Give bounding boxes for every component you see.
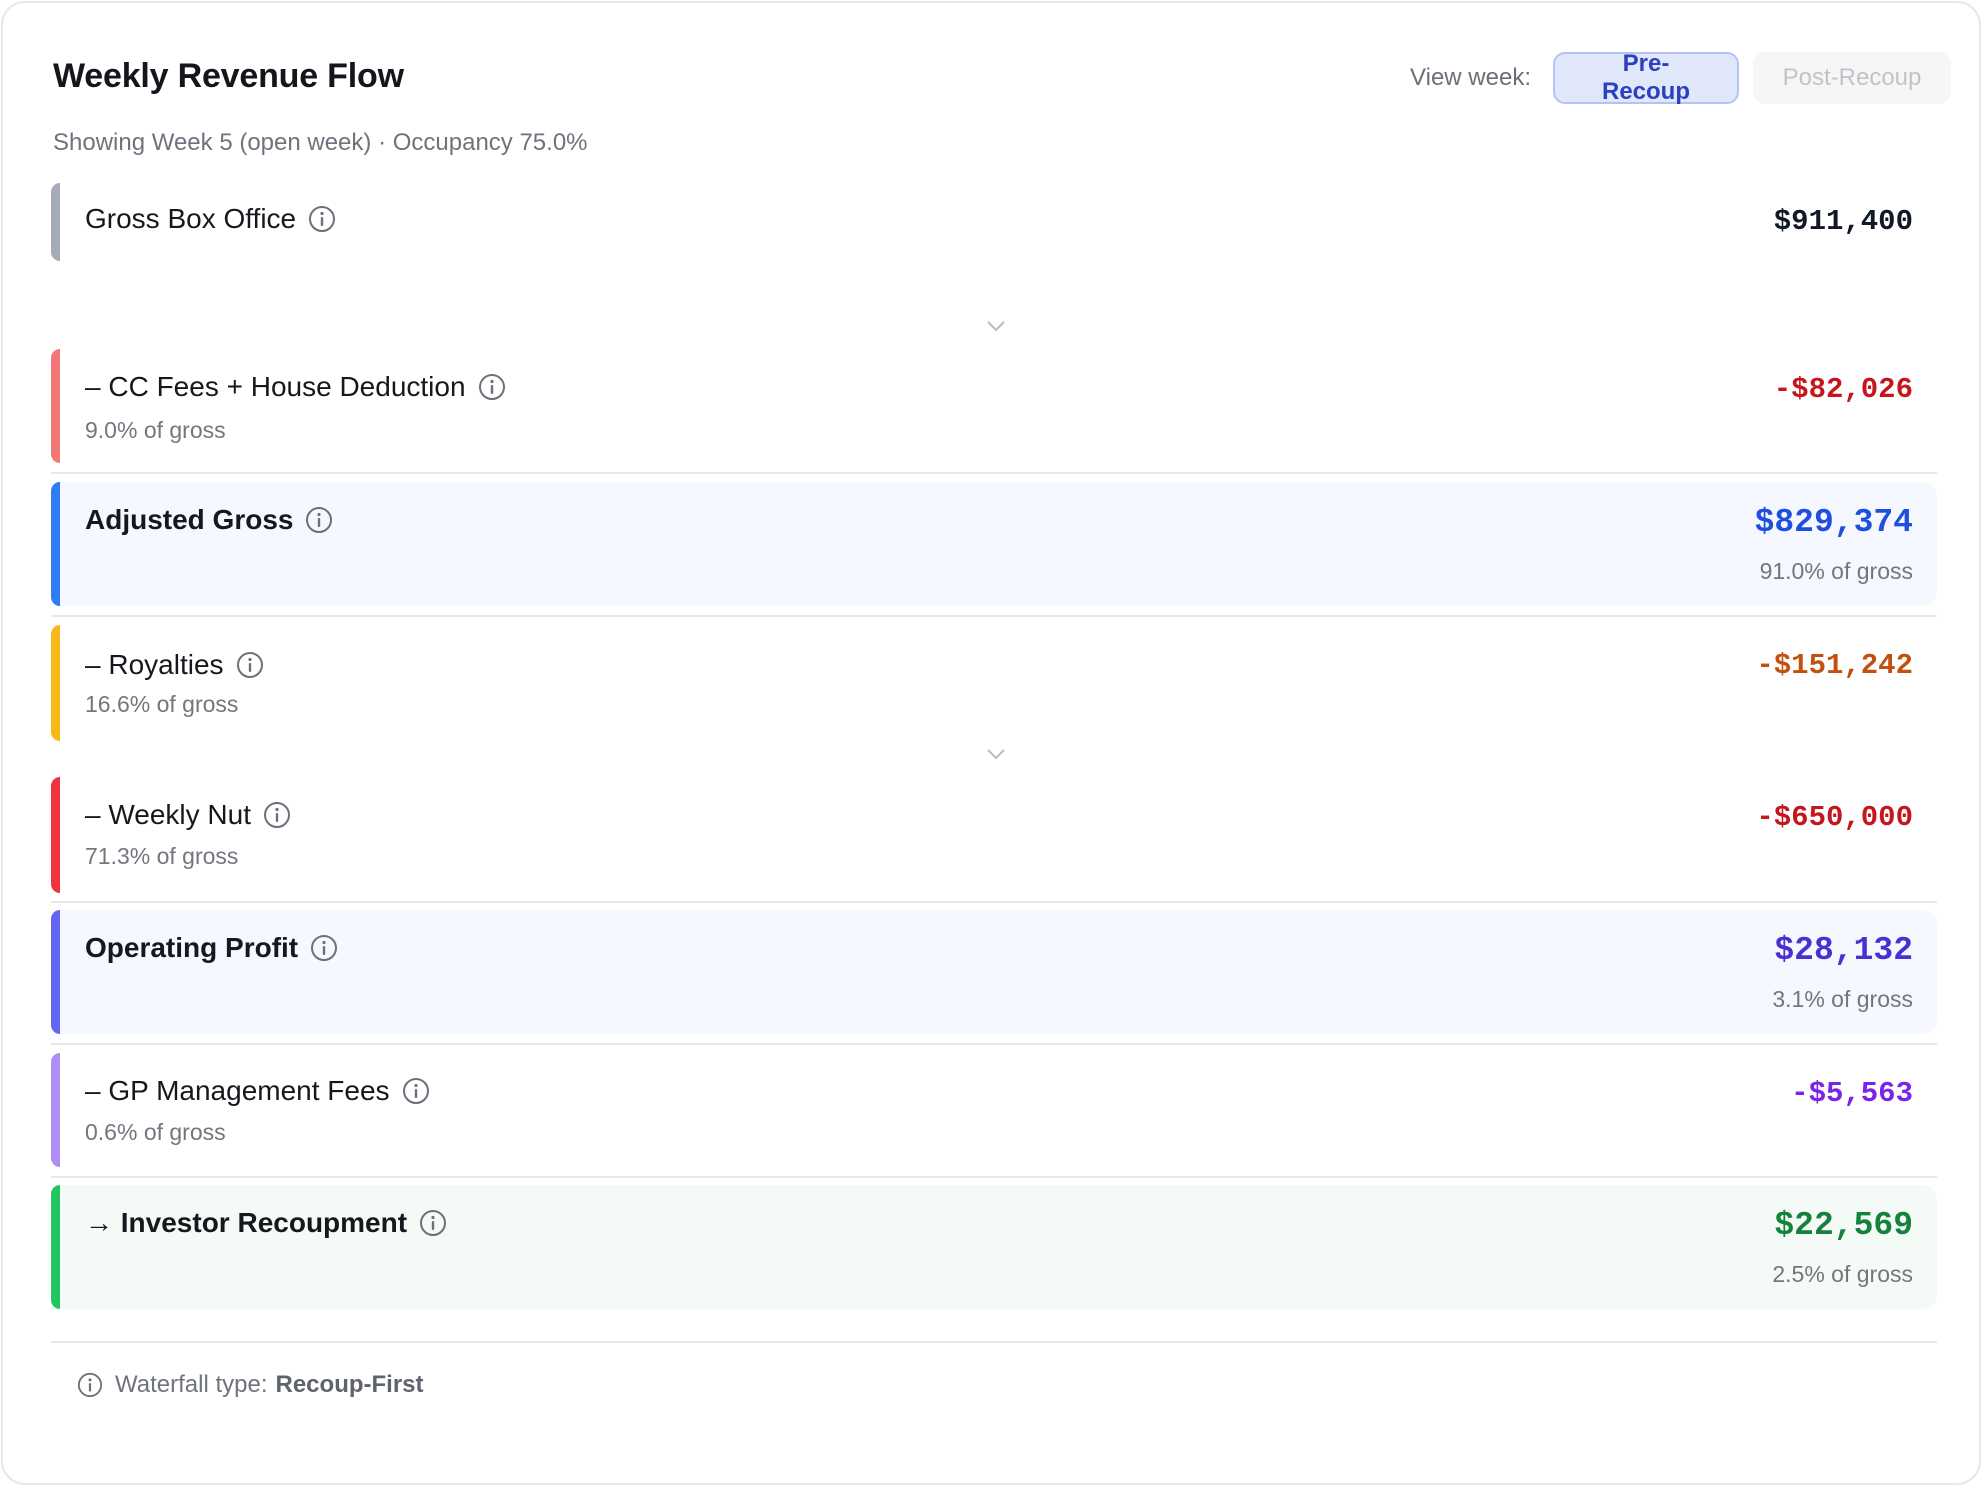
waterfall-type-value: Recoup-First [275,1371,424,1398]
info-icon[interactable] [478,373,506,401]
row-percent: 0.6% of gross [85,1119,226,1145]
waterfall-row-royalties: – Royalties 16.6% of gross -$151,242 [51,625,1937,741]
row-label: – CC Fees + House Deduction [85,371,466,402]
info-icon[interactable] [308,205,336,233]
row-value: -$5,563 [1791,1077,1913,1110]
row-label: – Weekly Nut [85,799,251,830]
row-divider [51,1176,1937,1178]
row-divider [51,472,1937,474]
row-divider [51,901,1937,903]
post-recoup-button[interactable]: Post-Recoup [1753,52,1951,104]
row-divider [51,615,1937,617]
row-label: Gross Box Office [85,203,297,234]
waterfall-row-gp-management-fees: – GP Management Fees 0.6% of gross -$5,5… [51,1053,1937,1167]
pre-recoup-button[interactable]: Pre-Recoup [1553,50,1739,105]
row-divider [51,1043,1937,1045]
waterfall-row-weekly-nut: – Weekly Nut 71.3% of gross -$650,000 [51,777,1937,893]
row-percent: 2.5% of gross [1772,1261,1913,1287]
chevron-down-icon [985,747,1007,766]
info-icon[interactable] [402,1077,430,1105]
row-value: -$650,000 [1756,801,1913,834]
row-color-bar [51,777,60,893]
page-subtitle: Showing Week 5 (open week) · Occupancy 7… [53,129,588,156]
waterfall-row-cc-fees: – CC Fees + House Deduction 9.0% of gros… [51,349,1937,463]
waterfall-type-label: Waterfall type: [115,1371,268,1398]
row-percent: 9.0% of gross [85,417,226,443]
row-percent: 16.6% of gross [85,691,239,717]
row-color-bar [51,1185,60,1309]
row-color-bar [51,349,60,463]
row-label: – GP Management Fees [85,1075,390,1106]
row-percent: 71.3% of gross [85,843,239,869]
row-percent: 91.0% of gross [1759,558,1913,584]
waterfall-type-footer: Waterfall type: Recoup-First [77,1371,424,1399]
view-week-label: View week: [1410,64,1531,91]
row-color-bar [51,910,60,1034]
row-color-bar [51,1053,60,1167]
row-label: → Investor Recoupment [85,1207,408,1238]
view-week-toggle: View week: Pre-Recoup Post-Recoup [1410,50,1951,105]
chevron-down-icon [985,319,1007,338]
waterfall-row-operating-profit: Operating Profit $28,132 3.1% of gross [51,910,1937,1034]
row-color-bar [51,183,60,261]
info-icon [77,1372,103,1398]
row-percent: 3.1% of gross [1772,986,1913,1012]
row-color-bar [51,625,60,741]
info-icon[interactable] [236,651,264,679]
row-value: -$82,026 [1773,373,1913,406]
row-label: Adjusted Gross [85,504,294,535]
waterfall-row-investor-recoupment: → Investor Recoupment $22,569 2.5% of gr… [51,1185,1937,1309]
row-label: Operating Profit [85,932,299,963]
info-icon[interactable] [263,801,291,829]
row-value: $911,400 [1773,205,1913,238]
waterfall-row-gross-box-office: Gross Box Office $911,400 [51,183,1937,261]
waterfall-row-adjusted-gross: Adjusted Gross $829,374 91.0% of gross [51,482,1937,606]
footer-divider [51,1341,1937,1343]
info-icon[interactable] [305,506,333,534]
row-value: $22,569 [1774,1207,1913,1244]
row-value: -$151,242 [1756,649,1913,682]
info-icon[interactable] [310,934,338,962]
info-icon[interactable] [419,1209,447,1237]
row-label: – Royalties [85,649,224,680]
revenue-flow-card: Weekly Revenue Flow Showing Week 5 (open… [1,1,1981,1485]
row-color-bar [51,482,60,606]
page-title: Weekly Revenue Flow [53,57,404,95]
row-value: $829,374 [1754,504,1913,541]
row-value: $28,132 [1774,932,1913,969]
